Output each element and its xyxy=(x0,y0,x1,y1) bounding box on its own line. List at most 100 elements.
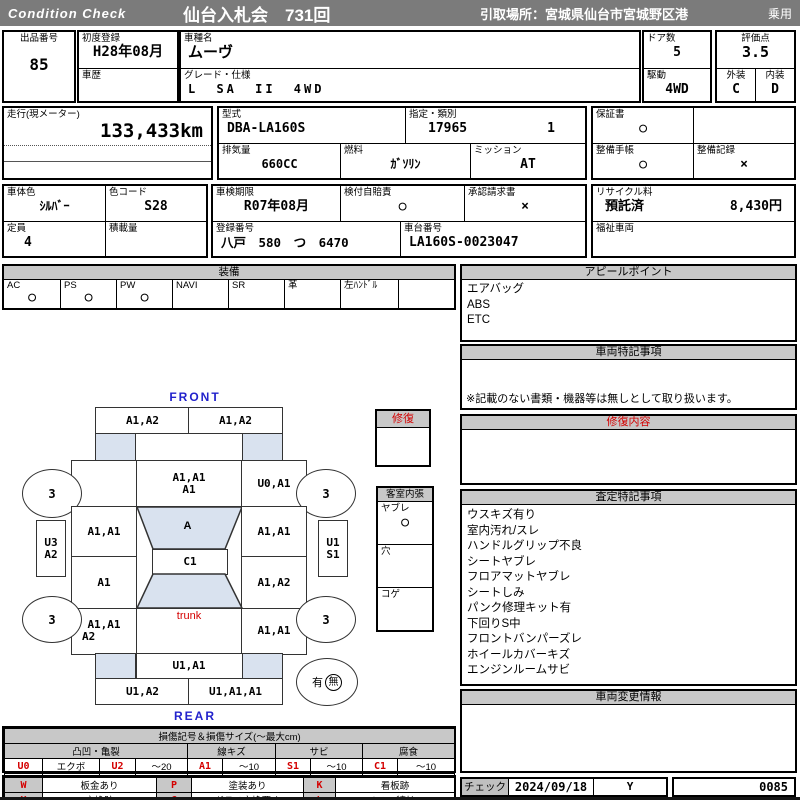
equipment-label: NAVI xyxy=(176,280,198,291)
tire-rear-right: 3 xyxy=(296,596,356,643)
maintenance-book-label: 整備手帳 xyxy=(596,145,635,156)
displacement-label: 排気量 xyxy=(222,145,251,156)
legend-size: ～10 xyxy=(396,758,456,774)
chassis-number-value: LA160S-0023047 xyxy=(409,235,519,250)
trunk-label: trunk xyxy=(176,609,202,622)
panel-front-bumper-left: A1,A2 xyxy=(95,407,190,434)
panel-hood-center-line1: A1,A1 xyxy=(172,470,206,484)
equipment-cell-ac: AC ○ xyxy=(4,279,60,308)
equipment-value: ○ xyxy=(28,290,36,305)
engine-box: 型式 DBA-LA160S 指定・類別 17965 1 排気量 660CC 燃料… xyxy=(217,106,587,180)
front-label: FRONT xyxy=(169,390,221,404)
recycle-label: リサイクル料 xyxy=(596,187,653,198)
assessment-item: シートしみ xyxy=(467,586,525,599)
equipment-cell-leather: 革 xyxy=(284,279,340,308)
transmission-cell: ミッション AT xyxy=(471,144,585,178)
assessment-item: 下回りS中 xyxy=(467,617,521,630)
class-sub-number: 1 xyxy=(547,121,555,136)
score-box: 評価点 3.5 外装 C 内装 D xyxy=(715,30,796,103)
repair-content-title: 修復内容 xyxy=(462,416,795,430)
equipment-table: 装備 AC ○ PS ○ PW ○ NAVI SR 革 左ﾊﾝﾄﾞﾙ xyxy=(2,264,456,310)
class-cell: 指定・類別 17965 1 xyxy=(406,108,585,144)
grade-value: L SA II 4WD xyxy=(188,82,325,96)
inspection-value: R07年08月 xyxy=(243,199,310,214)
first-registration-cell: 初度登録 H28年08月 xyxy=(79,32,177,69)
body-color-label: 車体色 xyxy=(7,187,36,198)
equipment-cell-sr: SR xyxy=(228,279,284,308)
mark-code: W xyxy=(4,777,43,793)
approval-cell: 承認請求書 × xyxy=(465,186,585,222)
legend-group-scratch: 線キズ xyxy=(187,743,276,759)
legend-code: U2 xyxy=(99,758,136,774)
warranty-cell: 保証書 ○ xyxy=(593,108,694,144)
rear-window-shape xyxy=(135,573,243,609)
appeal-item: エアバッグ xyxy=(467,283,525,295)
doors-cell: ドア数 5 xyxy=(644,32,710,69)
appeal-items: エアバッグ ABS ETC xyxy=(462,280,795,329)
model-box: 車種名 ムーヴ グレード・仕様 L SA II 4WD xyxy=(179,30,641,103)
class-label: 指定・類別 xyxy=(409,109,457,120)
legend-code: A1 xyxy=(187,758,223,774)
assessment-item: ホイールカバーキズ xyxy=(467,648,571,661)
drive-cell: 駆動 4WD xyxy=(644,69,710,101)
first-registration-label: 初度登録 xyxy=(82,33,121,44)
recycle-cell: リサイクル料 預託済 8,430円 xyxy=(593,186,794,222)
legend-code: U0 xyxy=(4,758,43,774)
color-box: 車体色 ｼﾙﾊﾞｰ 色コード S28 定員 4 積載量 xyxy=(2,184,208,258)
panel-front-door-right: A1,A1 xyxy=(241,505,307,558)
recycle-status: 預託済 xyxy=(605,199,645,214)
spare-no-label: 無 xyxy=(325,673,342,691)
equipment-value: ○ xyxy=(140,290,149,305)
legend-group-corrosion: 腐食 xyxy=(361,743,456,759)
header-bar: Condition Check 仙台入札会 731回 引取場所：宮城県仙台市宮城… xyxy=(0,0,800,26)
mileage-value: 133,433km xyxy=(100,120,203,142)
assessment-item: フロアマットヤブレ xyxy=(467,571,571,583)
fuel-label: 燃料 xyxy=(344,145,364,156)
legend-size: ～20 xyxy=(135,758,188,774)
class-number: 17965 xyxy=(428,121,468,136)
sheet-number: 0085 xyxy=(672,777,796,797)
model-value: ムーヴ xyxy=(188,43,234,61)
panel-mirror-right-line1: U1 xyxy=(326,535,340,549)
model-code-label: 型式 xyxy=(222,109,242,120)
maintenance-book-value: ○ xyxy=(639,157,647,172)
legend-code: S1 xyxy=(275,758,311,774)
appeal-panel: アピールポイント エアバッグ ABS ETC xyxy=(460,264,797,342)
damage-diagram: FRONT A1,A2 A1,A2 A1,A1 A1 U0,A1 3 3 A1,… xyxy=(0,388,458,728)
auction-sheet: Condition Check 仙台入札会 731回 引取場所：宮城県仙台市宮城… xyxy=(0,0,800,800)
recycle-fee: 8,430円 xyxy=(729,199,782,214)
panel-rear: U1,A1 xyxy=(135,653,243,679)
load-label: 積載量 xyxy=(109,223,138,234)
equipment-label: 左ﾊﾝﾄﾞﾙ xyxy=(344,280,378,291)
mark-legend-table: W 板金あり P 塗装あり K 看板跡 X 交換跡 G ガラス交換要す L レン… xyxy=(2,775,456,800)
check-mark: Y xyxy=(626,780,634,793)
model-label: 車種名 xyxy=(184,33,213,44)
panel-mirror-left-line1: U3 xyxy=(44,535,58,549)
assessment-items: ウスキズ有り 室内汚れ/スレ ハンドルグリップ不良 シートヤブレ フロアマットヤ… xyxy=(462,505,795,679)
legend-title: 損傷記号＆損傷サイズ(～最大cm) xyxy=(3,728,456,744)
exterior-grade-label: 外装 xyxy=(726,70,746,81)
drive-label: 駆動 xyxy=(647,70,667,81)
panel-front-door-left: A1,A1 xyxy=(71,505,137,558)
panel-front-bumper-right: A1,A2 xyxy=(188,407,283,434)
score-cell: 評価点 3.5 xyxy=(717,32,794,69)
exterior-grade-cell: 外装 C xyxy=(717,69,756,101)
assessment-item: フロントバンパーズレ xyxy=(467,633,582,645)
load-cell: 積載量 xyxy=(106,222,206,256)
panel-mirror-right-line2: S1 xyxy=(326,547,340,561)
assessment-item: 室内汚れ/スレ xyxy=(467,524,540,537)
transmission-value: AT xyxy=(520,157,536,172)
special-notes-title: 車両特記事項 xyxy=(462,346,795,360)
warranty-label: 保証書 xyxy=(596,109,625,120)
grade-cell: グレード・仕様 L SA II 4WD xyxy=(181,69,639,101)
drive-value: 4WD xyxy=(665,82,689,97)
equipment-cell-lhd: 左ﾊﾝﾄﾞﾙ xyxy=(340,279,398,308)
documents-box: 保証書 ○ 整備手帳 ○ 整備記録 × xyxy=(591,106,796,180)
doors-value: 5 xyxy=(673,45,681,60)
mark-code: P xyxy=(156,777,192,793)
panel-roof: C1 xyxy=(152,548,228,575)
legend-size: エクボ xyxy=(42,758,100,774)
fuel-cell: 燃料 ｶﾞｿﾘﾝ xyxy=(341,144,471,178)
capacity-value: 4 xyxy=(24,235,32,250)
interior-grade-value: D xyxy=(771,82,779,97)
